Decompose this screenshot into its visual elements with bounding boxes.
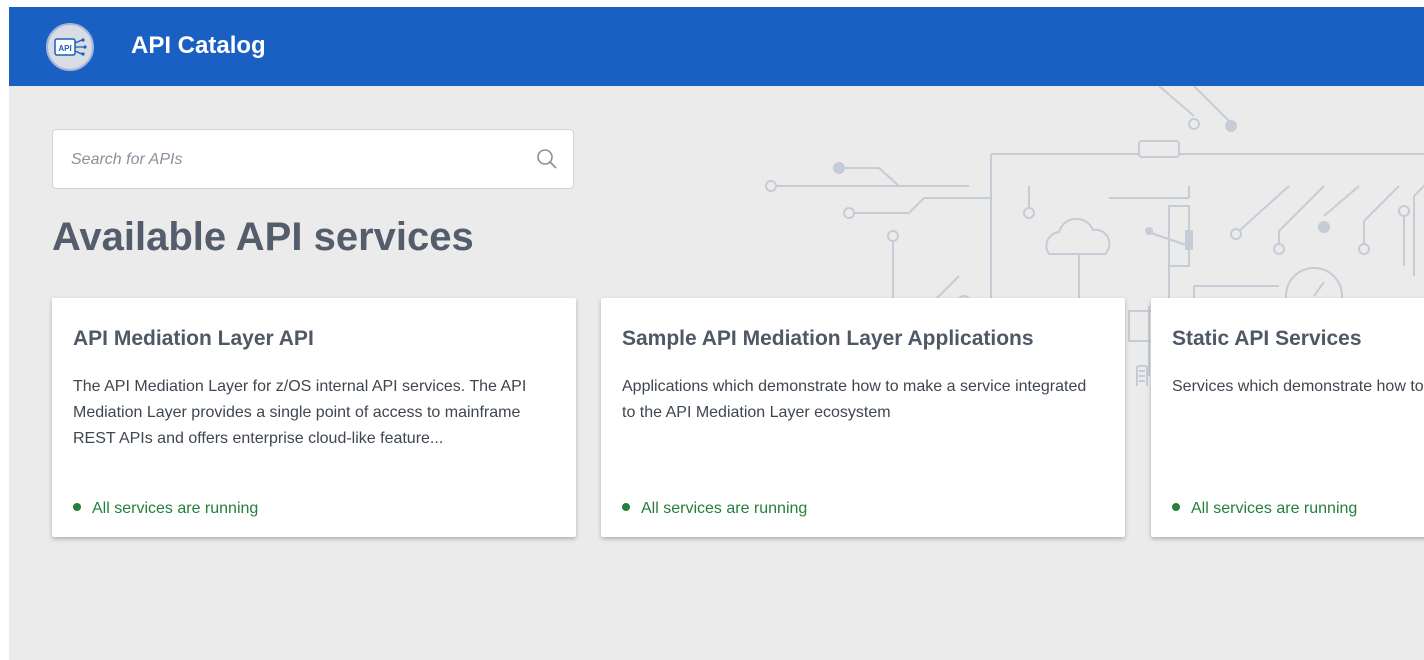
card-description: The API Mediation Layer for z/OS interna… [73,378,527,447]
page-title: Available API services [52,215,474,259]
card-title: Sample API Mediation Layer Applications [622,327,1034,350]
card-description: Services which demonstrate how to make a… [1172,378,1424,395]
header-bar: API API Catalog [9,7,1424,86]
status-text: All services are running [92,500,259,517]
search-input[interactable] [69,144,513,176]
status-text: All services are running [1191,500,1358,517]
api-logo-icon[interactable]: API [46,23,94,71]
status-dot-icon [622,503,630,511]
app-window: API API Catalog Search for APIs Availabl… [9,7,1424,660]
logo-text: API [58,44,71,53]
card-description: Applications which demonstrate how to ma… [622,378,1087,421]
search-bar[interactable] [52,129,574,189]
search-icon[interactable] [535,147,559,171]
card-title: Static API Services [1172,327,1362,350]
service-card[interactable]: Static API Services Services which demon… [1151,298,1424,537]
status-dot-icon [73,503,81,511]
status-dot-icon [1172,503,1180,511]
service-card[interactable]: API Mediation Layer API The API Mediatio… [52,298,576,537]
status-indicator: All services are running [73,498,258,520]
status-text: All services are running [641,500,808,517]
app-title[interactable]: API Catalog [131,31,266,61]
status-indicator: All services are running [1172,498,1357,520]
card-title: API Mediation Layer API [73,327,314,350]
status-indicator: All services are running [622,498,807,520]
service-card[interactable]: Sample API Mediation Layer Applications … [601,298,1125,537]
